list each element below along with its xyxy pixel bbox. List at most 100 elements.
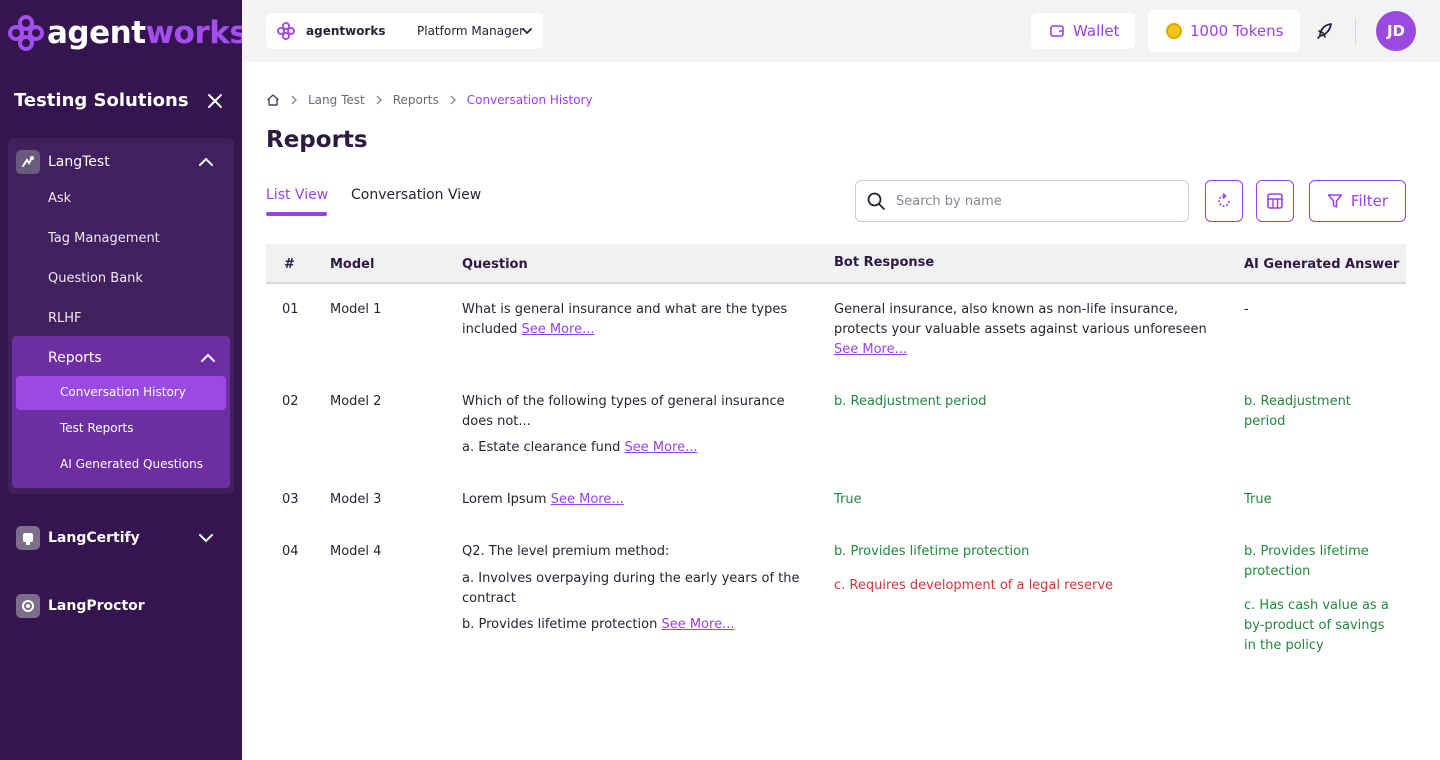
sidebar-subitem-ai-generated-questions[interactable]: AI Generated Questions (60, 457, 203, 471)
search-box (855, 180, 1189, 222)
row-model: Model 4 (330, 544, 382, 559)
row-ai-answer: b. Readjustment period (1244, 394, 1351, 429)
row-question: What is general insurance and what are t… (462, 302, 788, 337)
row-bot-response-incorrect: c. Requires development of a legal reser… (834, 578, 1114, 593)
chevron-up-icon[interactable] (198, 154, 214, 170)
workspace-name: agentworks (306, 24, 386, 38)
sidebar-item-tag-management[interactable]: Tag Management (48, 231, 160, 246)
langtest-group: LangTest Ask Tag Management Question Ban… (8, 138, 234, 494)
see-more-link[interactable]: See More... (625, 440, 698, 455)
chevron-down-icon[interactable] (198, 530, 214, 546)
brand-logo[interactable]: agentworks (8, 14, 248, 52)
workspace-switcher[interactable]: agentworks Platform Manager (266, 13, 543, 49)
sidebar-item-rlhf[interactable]: RLHF (48, 311, 82, 326)
tokens-button[interactable]: 1000 Tokens (1148, 10, 1300, 52)
row-model: Model 1 (330, 302, 382, 317)
row-ai-answer: b. Provides lifetime protection (1244, 544, 1369, 579)
close-icon[interactable] (206, 92, 224, 110)
page-title: Reports (266, 127, 368, 153)
row-bot-response: b. Provides lifetime protection (834, 544, 1030, 559)
row-bot-response: b. Readjustment period (834, 394, 987, 409)
top-bar: agentworks Platform Manager Wallet 1000 … (242, 0, 1440, 62)
row-question: Lorem Ipsum See More... (462, 492, 624, 507)
row-bot-response: General insurance, also known as non-lif… (834, 302, 1207, 357)
row-number: 02 (282, 394, 299, 409)
workspace-role: Platform Manager (417, 24, 525, 38)
sidebar-item-label: Reports (48, 350, 102, 366)
table-header: # Model Question Bot Response AI Generat… (266, 244, 1406, 284)
agentworks-logo-icon (277, 22, 295, 40)
filter-label: Filter (1350, 192, 1389, 210)
home-icon[interactable] (266, 93, 280, 107)
breadcrumb-item[interactable]: Lang Test (308, 93, 365, 107)
breadcrumb-current: Conversation History (466, 93, 593, 107)
sidebar-item-label: LangProctor (48, 598, 145, 614)
row-ai-answer: True (1244, 492, 1272, 507)
see-more-link[interactable]: See More... (834, 342, 907, 357)
row-question-option: a. Estate clearance fund See More... (462, 440, 698, 455)
row-question: Which of the following types of general … (462, 394, 785, 429)
see-more-link[interactable]: See More... (551, 492, 624, 507)
langtest-icon (16, 150, 40, 174)
chevron-right-icon (450, 95, 456, 105)
sidebar-item-label: LangCertify (48, 530, 140, 546)
row-question-option: b. Provides lifetime protection See More… (462, 617, 735, 632)
chevron-down-icon[interactable] (521, 25, 533, 37)
user-avatar[interactable]: JD (1376, 11, 1416, 51)
filter-icon (1327, 194, 1343, 208)
chevron-right-icon (291, 95, 297, 105)
row-ai-answer: - (1244, 302, 1249, 317)
sidebar-item-langproctor[interactable]: LangProctor (16, 593, 226, 619)
row-model: Model 3 (330, 492, 382, 507)
row-bot-response: True (834, 492, 862, 507)
tab-conversation-view[interactable]: Conversation View (351, 187, 481, 203)
row-question-option: a. Involves overpaying during the early … (462, 571, 800, 606)
row-question: Q2. The level premium method: (462, 544, 670, 559)
row-number: 01 (282, 302, 299, 317)
tokens-label: 1000 Tokens (1190, 22, 1284, 40)
table-columns-icon (1267, 193, 1283, 209)
wallet-icon (1050, 25, 1064, 37)
search-icon (867, 192, 885, 210)
sidebar-item-langtest[interactable]: LangTest (16, 148, 226, 176)
sidebar-item-reports[interactable]: Reports Conversation History Test Report… (12, 336, 230, 488)
refresh-button[interactable] (1205, 180, 1243, 222)
filter-button[interactable]: Filter (1309, 180, 1406, 222)
sidebar: agentworks Testing Solutions LangTest As… (0, 0, 248, 760)
chevron-up-icon[interactable] (200, 350, 216, 366)
sidebar-item-label: LangTest (48, 154, 110, 170)
sidebar-item-langcertify[interactable]: LangCertify (16, 525, 226, 551)
see-more-link[interactable]: See More... (522, 322, 595, 337)
column-header-question: Question (462, 257, 528, 272)
row-model: Model 2 (330, 394, 382, 409)
sidebar-item-question-bank[interactable]: Question Bank (48, 271, 143, 286)
brand-name: agentworks (47, 15, 248, 51)
active-tab-indicator (266, 212, 327, 216)
search-input[interactable] (896, 193, 1166, 209)
sidebar-subitem-label: Conversation History (60, 385, 186, 399)
wallet-button[interactable]: Wallet (1031, 13, 1135, 49)
coin-icon (1166, 23, 1182, 39)
breadcrumb: Lang Test Reports Conversation History (266, 92, 593, 108)
tab-list-view[interactable]: List View (266, 187, 328, 203)
langcertify-icon (16, 526, 40, 550)
breadcrumb-item[interactable]: Reports (393, 93, 439, 107)
agentworks-logo-icon (8, 15, 44, 51)
column-header-ai-answer: AI Generated Answer (1244, 257, 1400, 272)
see-more-link[interactable]: See More... (661, 617, 734, 632)
rocket-icon[interactable] (1314, 20, 1336, 42)
sidebar-subitem-test-reports[interactable]: Test Reports (60, 421, 133, 435)
sidebar-section-title: Testing Solutions (14, 90, 189, 111)
row-ai-answer: c. Has cash value as a by-product of sav… (1244, 598, 1389, 653)
sidebar-subitem-conversation-history[interactable]: Conversation History (16, 376, 226, 410)
column-header-model: Model (330, 257, 375, 272)
column-header-number: # (284, 257, 295, 272)
sidebar-item-ask[interactable]: Ask (48, 191, 71, 206)
langproctor-icon (16, 594, 40, 618)
chevron-right-icon (376, 95, 382, 105)
divider (1355, 18, 1356, 44)
columns-button[interactable] (1256, 180, 1294, 222)
row-number: 03 (282, 492, 299, 507)
wallet-label: Wallet (1073, 22, 1120, 40)
column-header-bot-response: Bot Response (834, 255, 935, 270)
